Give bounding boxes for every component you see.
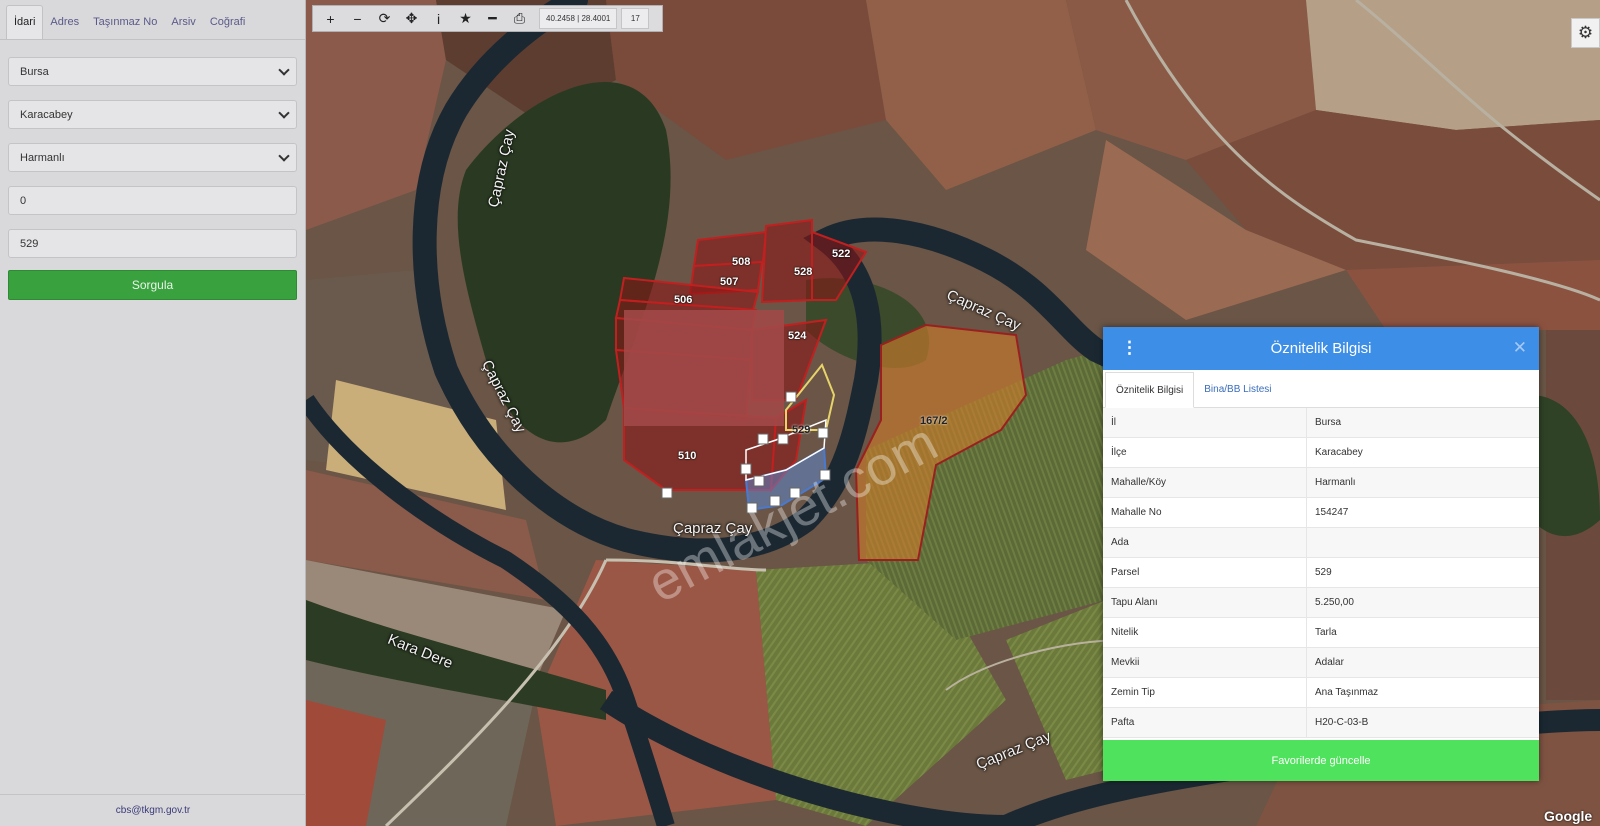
table-row: Mahalle/Köy Harmanlı [1103, 468, 1539, 498]
attribute-value: Bursa [1315, 417, 1342, 428]
attribute-key: Parsel [1103, 558, 1307, 587]
refresh-icon[interactable]: ⟳ [371, 6, 398, 31]
attribute-value: Adalar [1315, 657, 1344, 668]
table-row: Zemin Tip Ana Taşınmaz [1103, 678, 1539, 708]
ilce-select[interactable]: Karacabey [8, 100, 297, 129]
line-icon[interactable]: ━ [479, 6, 506, 31]
table-row: Tapu Alanı 5.250,00 [1103, 588, 1539, 618]
table-row: İlçe Karacabey [1103, 438, 1539, 468]
attribute-key: Tapu Alanı [1103, 588, 1307, 617]
tab-adres[interactable]: Adres [43, 5, 86, 39]
chevron-down-icon [278, 107, 290, 119]
attribute-key: Pafta [1103, 708, 1307, 737]
update-favorites-button[interactable]: Favorilerde güncelle [1103, 740, 1539, 781]
coordinate-readout: 40.2458 | 28.4001 [539, 8, 618, 29]
parcel-label: 507 [720, 276, 739, 288]
tab-bina-bb-listesi[interactable]: Bina/BB Listesi [1194, 371, 1281, 407]
attribute-key: İlçe [1103, 438, 1307, 467]
search-tabs: İdari Adres Taşınmaz No Arsiv Coğrafi [0, 0, 305, 40]
plus-icon[interactable]: + [317, 6, 344, 31]
river-label: Çapraz Çay [673, 520, 753, 537]
tab-idari[interactable]: İdari [6, 5, 44, 39]
attribute-key: İl [1103, 408, 1307, 437]
attribute-key: Mahalle No [1103, 498, 1307, 527]
attribute-panel-header: ⋮ Öznitelik Bilgisi ✕ [1103, 327, 1539, 370]
il-select-value: Bursa [20, 65, 49, 78]
parcel-label: 510 [678, 450, 697, 462]
table-row: Mahalle No 154247 [1103, 498, 1539, 528]
table-row: Ada [1103, 528, 1539, 558]
table-row: Mevkii Adalar [1103, 648, 1539, 678]
attribute-tabs: Öznitelik Bilgisi Bina/BB Listesi [1103, 370, 1539, 408]
attribute-value: 154247 [1315, 507, 1349, 518]
parcel-label: 508 [732, 256, 751, 268]
parsel-input[interactable]: 529 [8, 229, 297, 258]
attribute-key: Mevkii [1103, 648, 1307, 677]
info-icon[interactable]: i [425, 6, 452, 31]
attribute-key: Zemin Tip [1103, 678, 1307, 707]
parcel-label: 506 [674, 294, 693, 306]
attribute-value: Karacabey [1315, 447, 1363, 458]
il-select[interactable]: Bursa [8, 57, 297, 86]
print-icon[interactable]: ⎙ [506, 6, 533, 31]
left-panel: İdari Adres Taşınmaz No Arsiv Coğrafi Bu… [0, 0, 306, 826]
ada-input-value: 0 [20, 194, 27, 207]
gear-icon[interactable]: ⚙ [1571, 18, 1600, 48]
attribute-value: Ana Taşınmaz [1315, 687, 1379, 698]
parsel-input-value: 529 [20, 237, 39, 250]
attribute-value: 529 [1315, 567, 1332, 578]
close-icon[interactable]: ✕ [1513, 338, 1527, 358]
footer-email-link[interactable]: cbs@tkgm.gov.tr [0, 794, 306, 826]
attribute-panel: ⋮ Öznitelik Bilgisi ✕ Öznitelik Bilgisi … [1103, 327, 1539, 781]
query-button[interactable]: Sorgula [8, 270, 297, 300]
attribute-value: Tarla [1315, 627, 1337, 638]
ilce-select-value: Karacabey [20, 108, 73, 121]
locate-icon[interactable]: ✥ [398, 6, 425, 31]
tab-arsiv[interactable]: Arsiv [164, 5, 202, 39]
attribute-panel-title: Öznitelik Bilgisi [1270, 340, 1372, 357]
parcel-label: 167/2 [920, 415, 948, 427]
parcel-label: 524 [788, 330, 807, 342]
zoom-level: 17 [621, 8, 650, 29]
attribute-value: 5.250,00 [1315, 597, 1354, 608]
table-row: İl Bursa [1103, 408, 1539, 438]
chevron-down-icon [278, 150, 290, 162]
tab-cografi[interactable]: Coğrafi [203, 5, 252, 39]
tab-tasinmaz-no[interactable]: Taşınmaz No [86, 5, 164, 39]
menu-dots-icon[interactable]: ⋮ [1121, 339, 1138, 356]
attribute-value [1307, 528, 1539, 557]
attribute-table: İl Bursa İlçe Karacabey Mahalle/Köy Harmanlı M… [1103, 408, 1539, 738]
map-toolbar: + − ⟳ ✥ i ★ ━ ⎙ 40.2458 | 28.4001 17 [312, 5, 663, 32]
table-row: Pafta H20-C-03-B [1103, 708, 1539, 738]
minus-icon[interactable]: − [344, 6, 371, 31]
chevron-down-icon [278, 64, 290, 76]
tab-oznitelik-bilgisi[interactable]: Öznitelik Bilgisi [1105, 372, 1195, 408]
attribute-value: H20-C-03-B [1315, 717, 1369, 728]
table-row: Parsel 529 [1103, 558, 1539, 588]
google-logo: Google [1544, 808, 1593, 824]
mahalle-select[interactable]: Harmanlı [8, 143, 297, 172]
attribute-key: Ada [1103, 528, 1307, 557]
parcel-label: 528 [794, 266, 813, 278]
ada-input[interactable]: 0 [8, 186, 297, 215]
table-row: Nitelik Tarla [1103, 618, 1539, 648]
attribute-value: Harmanlı [1315, 477, 1356, 488]
parcel-label: 522 [832, 248, 851, 260]
star-icon[interactable]: ★ [452, 6, 479, 31]
attribute-key: Nitelik [1103, 618, 1307, 647]
parcel-label: 529 [792, 424, 811, 436]
attribute-key: Mahalle/Köy [1103, 468, 1307, 497]
mahalle-select-value: Harmanlı [20, 151, 65, 164]
